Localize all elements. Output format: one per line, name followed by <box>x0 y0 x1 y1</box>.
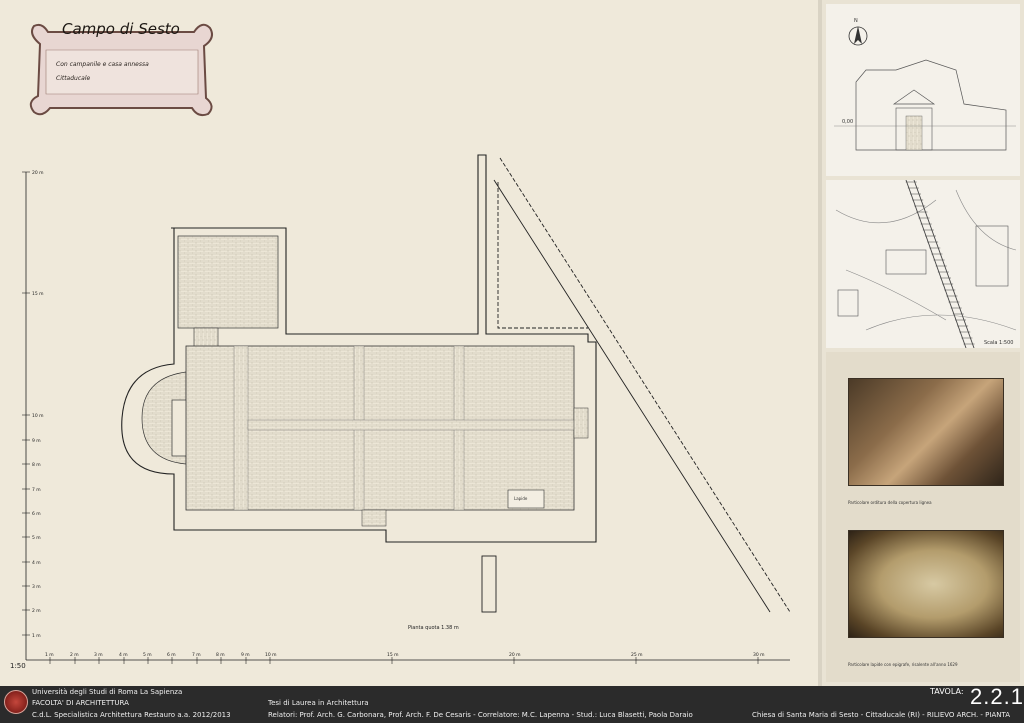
footer: Università degli Studi di Roma La Sapien… <box>0 686 1024 723</box>
vertical-tick-label: 1 m <box>32 633 41 639</box>
side-panel: N 0,00 Scala 1:500 Particolare orditura … <box>822 0 1024 686</box>
photo2-caption: Particolare lapide con epigrafe, risalen… <box>848 662 958 667</box>
cartouche-line1: Con campanile e casa annessa <box>56 61 149 68</box>
pier-section <box>481 555 497 613</box>
horizontal-tick-label: 8 m <box>216 652 225 658</box>
horizontal-tick-label: 2 m <box>70 652 79 658</box>
sanctuary-step <box>573 407 589 439</box>
dashed-boundary <box>497 157 791 613</box>
tavola-number: 2.2.1 <box>970 684 1024 709</box>
apse-niche <box>171 399 191 457</box>
vertical-tick-label: 7 m <box>32 487 41 493</box>
elevation-panel: N 0,00 <box>826 4 1020 176</box>
vertical-tick-label: 4 m <box>32 560 41 566</box>
horizontal-tick-label: 30 m <box>753 652 765 658</box>
course-name: C.d.L. Specialistica Architettura Restau… <box>32 711 231 719</box>
elevation-mark: 0,00 <box>842 119 853 125</box>
horizontal-tick-label: 3 m <box>94 652 103 658</box>
credits: Relatori: Prof. Arch. G. Carbonara, Prof… <box>268 711 693 719</box>
cartouche-line2: Cittaducale <box>56 75 90 82</box>
horizontal-tick-label: 25 m <box>631 652 643 658</box>
plan-caption: Pianta quota 1.38 m <box>408 625 459 631</box>
inscription-photo <box>848 530 1004 638</box>
nave-floor-band-2 <box>353 345 365 511</box>
sapienza-logo-icon <box>4 690 28 714</box>
railway-line <box>905 180 975 348</box>
nave-floor-band-3 <box>453 345 465 511</box>
vertical-tick-label: 10 m <box>32 413 44 419</box>
drawing-sheet: Campo di Sesto Con campanile e casa anne… <box>0 0 818 686</box>
outer-wall <box>121 154 597 543</box>
horizontal-tick-label: 10 m <box>265 652 277 658</box>
faculty-name: FACOLTA' DI ARCHITETTURA <box>32 699 129 707</box>
vertical-tick-label: 20 m <box>32 170 44 176</box>
horizontal-tick-label: 5 m <box>143 652 152 658</box>
photos-panel: Particolare orditura della copertura lig… <box>826 352 1020 682</box>
inscription-label: Lapide <box>514 496 528 501</box>
scale-label: 1:50 <box>10 662 26 670</box>
subject: Chiesa di Santa Maria di Sesto - Cittadu… <box>752 711 1011 719</box>
vertical-tick-label: 6 m <box>32 511 41 517</box>
horizontal-tick-label: 9 m <box>241 652 250 658</box>
vertical-tick-label: 2 m <box>32 608 41 614</box>
nave-floor-band-1 <box>233 345 249 511</box>
cartouche-title: Campo di Sesto <box>62 20 180 38</box>
thesis-title: Tesi di Laurea in Architettura <box>268 699 369 707</box>
vertical-tick-label: 5 m <box>32 535 41 541</box>
horizontal-tick-label: 1 m <box>45 652 54 658</box>
entrance-step <box>361 509 387 527</box>
photo1-caption: Particolare orditura della copertura lig… <box>848 500 932 505</box>
vertical-tick-label: 9 m <box>32 438 41 444</box>
vertical-scale: 1 m 2 m 3 m 4 m 5 m 6 m 7 m 8 m 9 m 10 m 15 m 20 m <box>22 170 44 660</box>
vertical-tick-label: 8 m <box>32 462 41 468</box>
nave-floor-aisle <box>247 419 575 431</box>
church-elevation <box>855 59 1007 151</box>
site-map-panel: Scala 1:500 <box>826 180 1020 348</box>
roof-structure-photo <box>848 378 1004 486</box>
cartouche: Campo di Sesto Con campanile e casa anne… <box>29 20 213 117</box>
map-scale: Scala 1:500 <box>984 340 1013 346</box>
university-name: Università degli Studi di Roma La Sapien… <box>32 688 183 696</box>
horizontal-scale: 1 m 2 m 3 m 4 m 5 m 6 m 7 m 8 m 9 m 10 m 15 m 20 m 2… <box>26 652 790 664</box>
north-label: N <box>854 18 858 24</box>
apse <box>141 371 187 465</box>
nave-floor <box>185 345 575 511</box>
boundary-line <box>493 179 771 613</box>
inscription-slab <box>507 489 545 509</box>
vertical-tick-label: 3 m <box>32 584 41 590</box>
horizontal-tick-label: 20 m <box>509 652 521 658</box>
tower-passage <box>193 327 219 349</box>
horizontal-tick-label: 6 m <box>167 652 176 658</box>
vertical-tick-label: 15 m <box>32 291 44 297</box>
tavola-label: TAVOLA: <box>930 687 964 696</box>
bell-tower-floor <box>177 235 279 329</box>
horizontal-tick-label: 7 m <box>192 652 201 658</box>
horizontal-tick-label: 4 m <box>119 652 128 658</box>
horizontal-tick-label: 15 m <box>387 652 399 658</box>
